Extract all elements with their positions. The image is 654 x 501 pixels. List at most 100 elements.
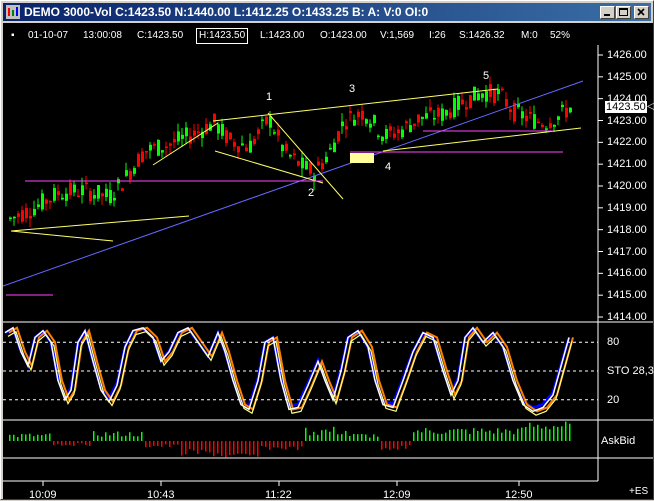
askbid-bar [65,441,67,446]
askbid-bar [25,434,27,441]
price-bar-body [133,168,136,174]
window-title: DEMO 3000-Vol C:1423.50 N:1440.00 L:1412… [24,5,429,19]
askbid-bar [185,441,187,455]
askbid-bar [461,429,463,441]
price-chart-svg[interactable] [3,23,653,499]
price-bar-body [225,130,228,143]
title-bar[interactable]: DEMO 3000-Vol C:1423.50 N:1440.00 L:1412… [3,3,651,21]
yellow-highlight-box [350,153,374,163]
wave-label-5: 5 [483,70,490,82]
price-bar-body [533,114,536,129]
askbid-bar [505,429,507,441]
price-bar-body [493,89,496,104]
askbid-bar [345,430,347,441]
app-window: DEMO 3000-Vol C:1423.50 N:1440.00 L:1412… [0,0,654,501]
yellow-base-line [10,215,190,232]
price-bar-body [305,161,308,170]
price-bar-body [337,131,340,142]
askbid-bar [349,435,351,441]
maximize-icon [619,8,628,16]
price-bar-body [49,200,52,203]
price-bar-body [421,116,424,119]
askbid-bar [521,427,523,441]
askbid-bar [77,441,79,444]
askbid-bar [473,428,475,441]
maximize-button[interactable] [616,6,631,19]
wave-label-4: 4 [385,161,392,173]
close-button[interactable] [634,6,649,19]
askbid-bar [17,437,19,441]
time-label: 10:43 [147,489,175,501]
price-bar-body [441,108,444,121]
time-label: 11:22 [265,489,292,501]
askbid-bar [501,432,503,441]
askbid-bar [37,434,39,441]
price-bar-body [185,127,188,137]
price-bar-body [249,140,252,153]
askbid-bar [541,428,543,441]
askbid-bar [545,426,547,441]
price-label: 1420.00 [607,180,647,192]
price-bar-body [489,84,492,97]
price-bar-body [273,132,276,134]
price-bar-body [389,126,392,131]
askbid-bar [145,441,147,448]
minimize-button[interactable] [600,6,615,19]
askbid-bar [57,441,59,445]
price-bar-body [437,107,440,117]
askbid-bar [325,429,327,441]
askbid-bar [289,441,291,447]
askbid-bar [45,434,47,441]
price-bar-body [269,116,272,128]
price-bar-body [365,119,368,124]
askbid-bar [257,441,259,457]
askbid-bar [181,441,183,456]
app-chart-icon [6,5,20,19]
askbid-bar [309,435,311,441]
price-bar-body [197,131,200,133]
wave-label-3: 3 [349,83,356,95]
price-bar-body [233,142,236,147]
price-bar-body [509,109,512,113]
askbid-bar [113,433,115,441]
price-bar-body [137,153,140,167]
price-bar-body [565,107,568,118]
price-bar-body [97,185,100,199]
askbid-bar [301,441,303,447]
price-bar-body [25,208,28,219]
askbid-bar [317,434,319,441]
price-bar-body [229,132,232,140]
askbid-bar [413,432,415,441]
price-bar-body [401,129,404,138]
askbid-bar [409,441,411,446]
price-bar-body [261,119,264,121]
stochastic-label: STO 28,3 [607,365,654,377]
askbid-bar [373,434,375,441]
askbid-bar [233,441,235,455]
price-bar-body [277,129,280,136]
price-bar-body [409,125,412,133]
price-bar-body [289,154,292,157]
price-bar-body [109,189,112,204]
price-bar-body [17,213,20,217]
askbid-label: AskBid [601,435,636,447]
askbid-bar [105,432,107,441]
askbid-bar [265,441,267,447]
askbid-bar [97,435,99,441]
time-label: 10:09 [29,489,57,501]
price-bar-body [473,86,476,101]
price-bar-body [561,104,564,108]
price-bar-body [341,121,344,127]
askbid-bar [161,441,163,447]
askbid-bar [437,433,439,441]
askbid-bar [205,441,207,452]
askbid-bar [377,436,379,441]
price-bar-body [33,208,36,216]
price-bar-body [37,204,40,207]
price-bar-body [301,157,304,169]
askbid-bar [393,441,395,449]
yellow-down-leg [267,112,344,200]
askbid-bar [153,441,155,446]
chart-area[interactable]: ▪ 01-10-07 13:00:08 C:1423.50 H:1423.50 … [3,23,654,501]
price-label: 1414.00 [607,311,647,323]
